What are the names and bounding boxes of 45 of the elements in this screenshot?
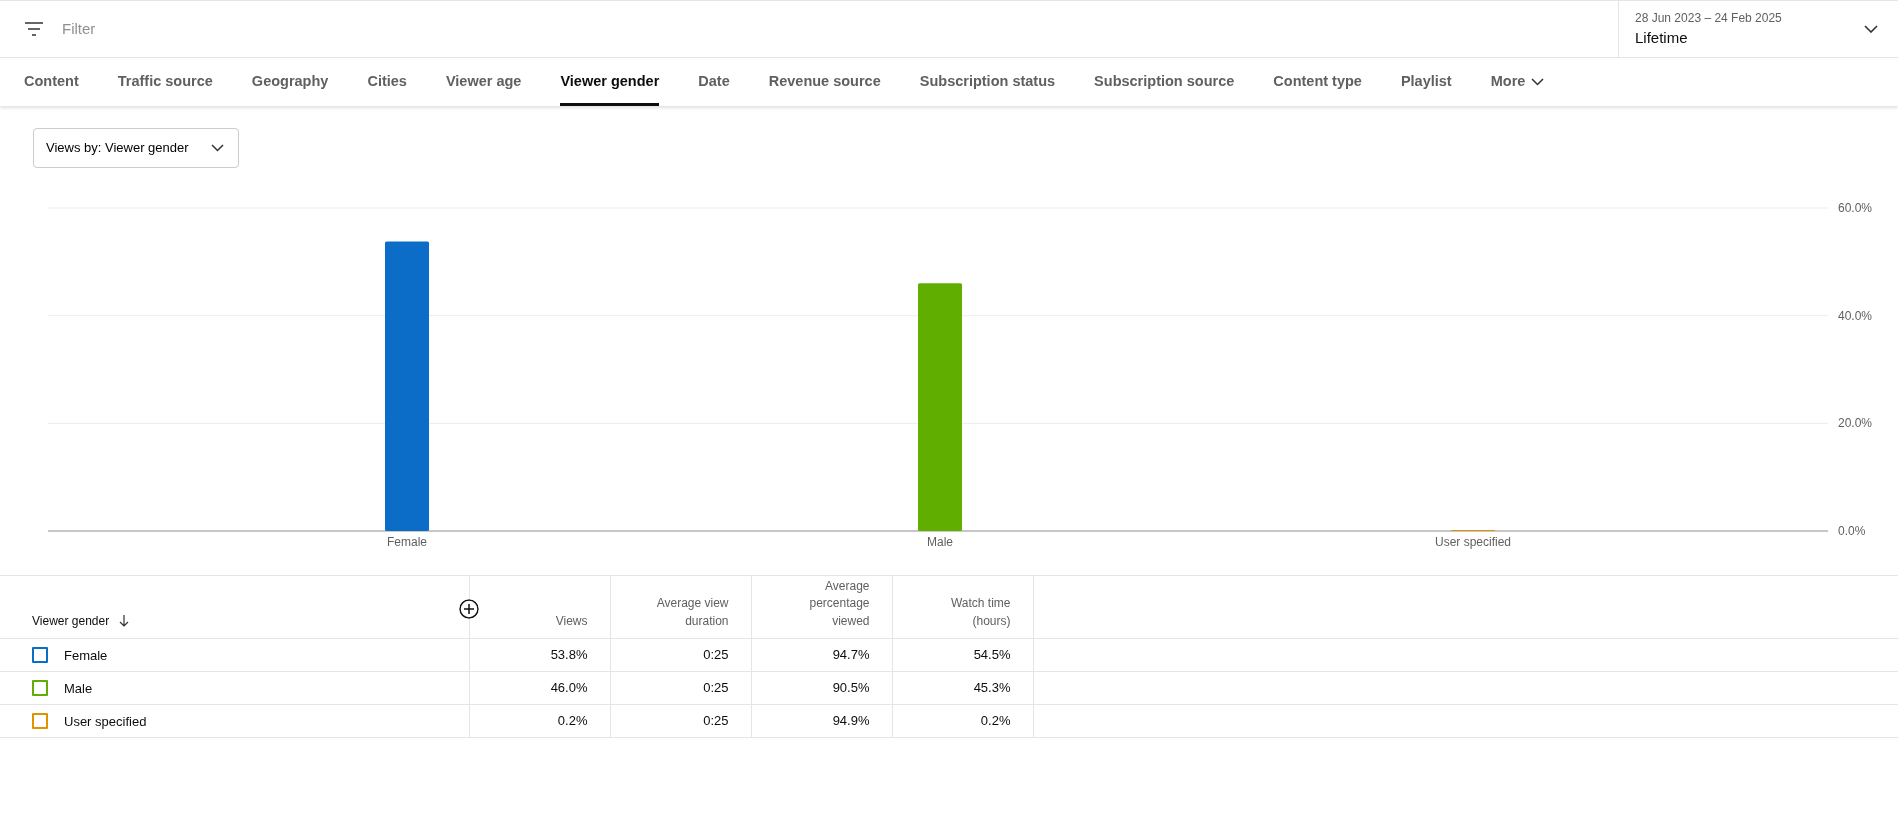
tab[interactable]: Viewer age <box>445 58 522 106</box>
axis-label: 0.0% <box>1838 524 1866 538</box>
table-cell: 94.7% <box>832 647 870 663</box>
table-cell: 0:25 <box>703 713 729 729</box>
tab[interactable]: Content <box>24 58 79 106</box>
category-label: Male <box>927 535 953 549</box>
table-cell: 0.2% <box>557 713 588 729</box>
tab[interactable]: Traffic source <box>117 58 213 106</box>
table-cell: 45.3% <box>973 680 1011 696</box>
date-range-text: 28 Jun 2023 – 24 Feb 2025 <box>1635 9 1782 27</box>
axis-label: 60.0% <box>1838 201 1873 215</box>
table-cell: 0:25 <box>703 647 729 663</box>
date-range-picker[interactable]: 28 Jun 2023 – 24 Feb 2025 Lifetime <box>1618 1 1898 57</box>
category-label: Female <box>387 535 427 549</box>
axis-label: 20.0% <box>1838 416 1873 431</box>
table-cell: 94.9% <box>832 713 870 729</box>
tab[interactable]: Cities <box>367 58 407 106</box>
category-label: User specified <box>1435 535 1511 549</box>
table-cell: 0.2% <box>980 713 1011 729</box>
tab[interactable]: Subscription status <box>919 58 1056 106</box>
table-cell: 54.5% <box>973 647 1011 663</box>
table-cell: 46.0% <box>550 680 588 696</box>
table-cell: 53.8% <box>550 647 588 663</box>
tab[interactable]: Viewer gender <box>560 58 660 106</box>
axis-label: 40.0% <box>1838 308 1873 323</box>
tab[interactable]: Geography <box>251 58 329 106</box>
tab[interactable]: Date <box>698 58 730 106</box>
column-header[interactable]: Viewer gender <box>32 613 110 628</box>
table-cell: Male <box>64 680 93 696</box>
more-menu-tab[interactable]: More <box>1490 58 1545 106</box>
table-cell: 90.5% <box>832 680 870 696</box>
period-text: Lifetime <box>1635 27 1689 48</box>
tab[interactable]: Playlist <box>1400 58 1452 106</box>
table-cell: Female <box>64 647 108 663</box>
column-header: Views <box>555 613 588 628</box>
metric-dropdown[interactable]: Views by: Viewer gender <box>33 128 239 168</box>
filter-field[interactable]: Filter <box>60 16 360 42</box>
table-cell: User specified <box>64 713 147 729</box>
tab[interactable]: Subscription source <box>1094 58 1235 106</box>
column-header: Average view duration <box>655 595 729 630</box>
column-header: Watch time (hours) <box>949 595 1011 630</box>
tab[interactable]: Content type <box>1273 58 1362 106</box>
column-header: Average percentage viewed <box>808 577 870 630</box>
table-cell: 0:25 <box>703 680 729 696</box>
tab[interactable]: Revenue source <box>768 58 881 106</box>
